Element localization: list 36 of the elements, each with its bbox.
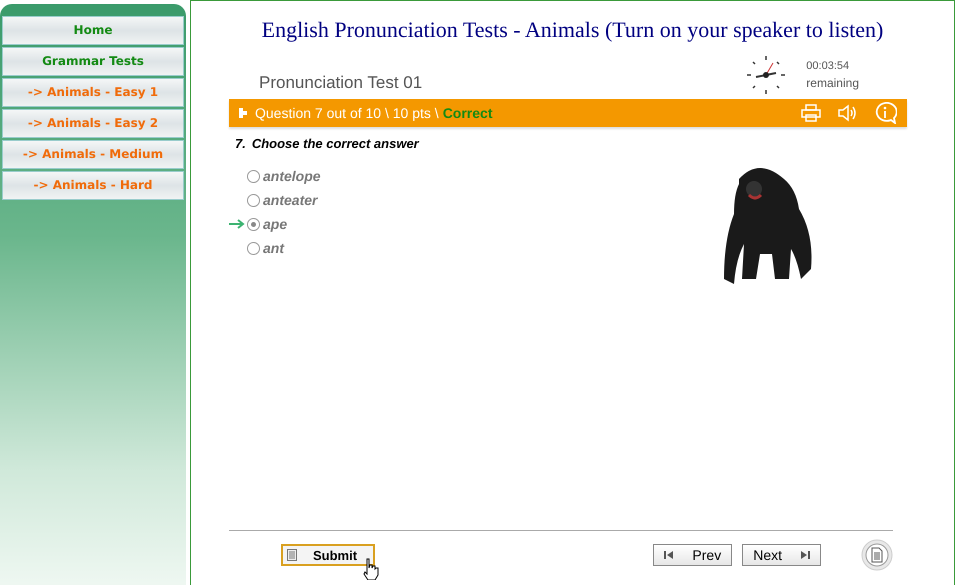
prev-button[interactable]: Prev [653, 544, 732, 566]
timer-label: remaining [806, 76, 859, 90]
option-label[interactable]: antelope [263, 168, 321, 184]
sidebar-item[interactable]: Home [2, 16, 184, 45]
page-title: English Pronunciation Tests - Animals (Turn on your speaker to listen) [260, 17, 884, 43]
radio-button[interactable] [247, 218, 260, 230]
next-icon [800, 550, 810, 560]
radio-button[interactable] [247, 242, 260, 254]
print-icon[interactable] [801, 104, 821, 122]
test-title: Pronunciation Test 01 [259, 73, 422, 93]
list-icon [287, 549, 297, 561]
bullet-icon [239, 108, 247, 118]
question-number: 7. [235, 136, 246, 151]
sidebar-item[interactable]: Grammar Tests [2, 47, 184, 76]
hand-cursor-icon [363, 558, 380, 580]
speaker-icon[interactable] [837, 104, 857, 122]
sidebar-item[interactable]: -> Animals - Easy 2 [2, 109, 184, 138]
question-prompt: Choose the correct answer [252, 136, 419, 151]
clock-icon [746, 55, 786, 95]
sidebar-item[interactable]: -> Animals - Easy 1 [2, 78, 184, 107]
sidebar-item[interactable]: -> Animals - Hard [2, 171, 184, 200]
radio-button[interactable] [247, 194, 260, 206]
info-icon[interactable] [873, 102, 897, 124]
submit-button[interactable]: Submit [281, 544, 376, 566]
option-label[interactable]: anteater [263, 192, 318, 208]
timer-value: 00:03:54 [806, 60, 850, 72]
option-label[interactable]: ape [263, 216, 288, 232]
result-label: Correct [442, 105, 492, 121]
document-icon[interactable] [861, 539, 893, 571]
next-button[interactable]: Next [742, 544, 821, 566]
arrow-icon [229, 219, 245, 229]
previous-icon [664, 550, 674, 560]
question-status: Question 7 out of 10 \ 10 pts \ [255, 105, 439, 121]
sidebar-item[interactable]: -> Animals - Medium [2, 140, 184, 169]
option-label[interactable]: ant [263, 240, 284, 256]
radio-button[interactable] [247, 170, 260, 182]
